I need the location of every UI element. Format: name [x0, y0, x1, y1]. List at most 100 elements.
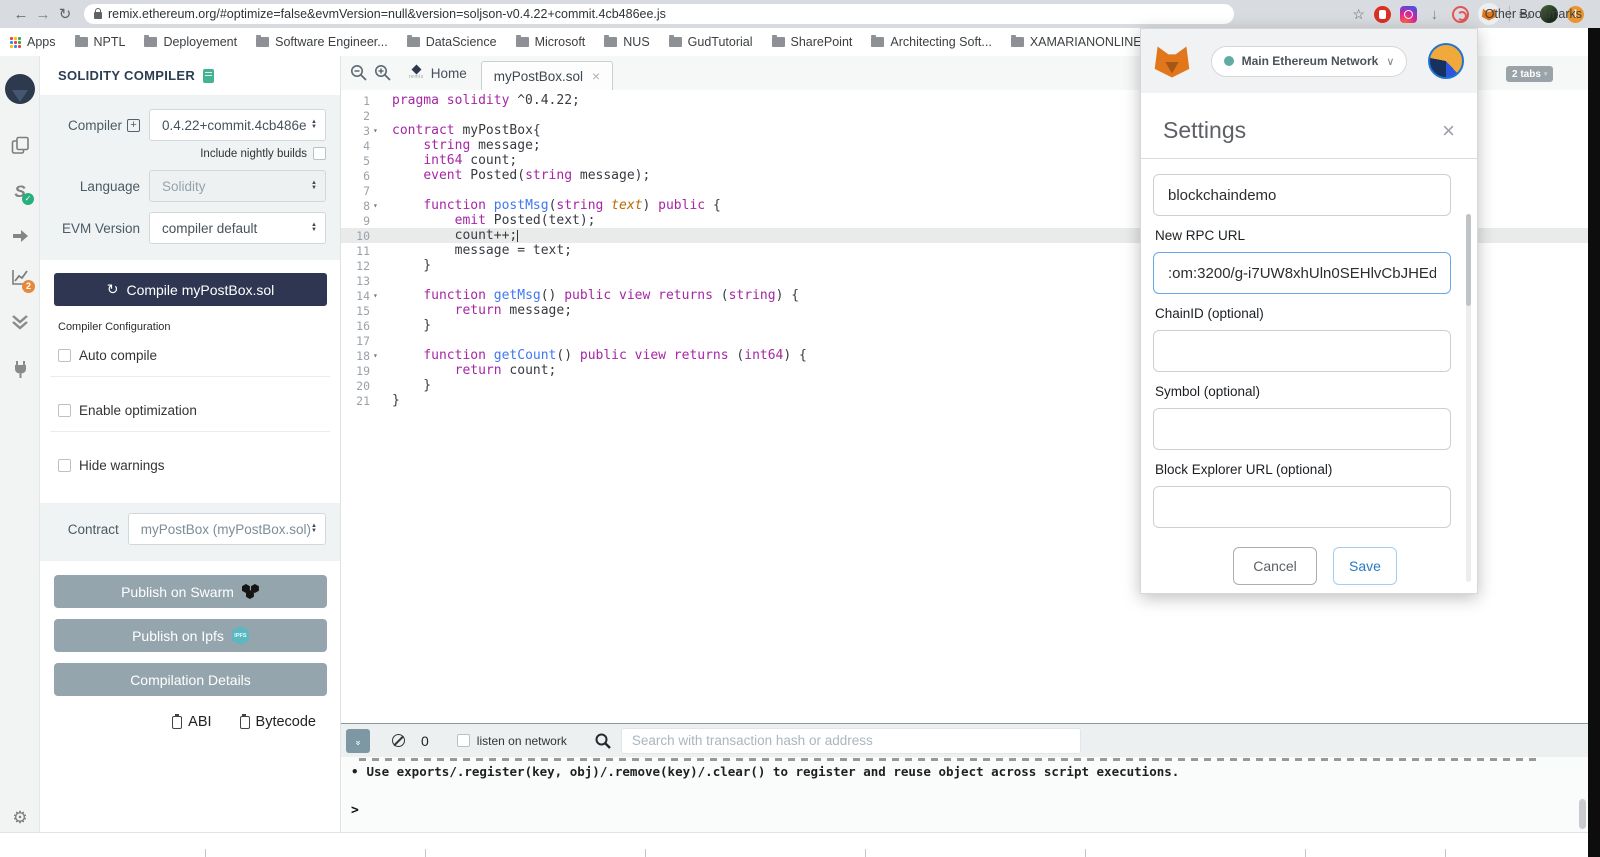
nightly-builds-checkbox[interactable]: [313, 147, 326, 160]
url-text[interactable]: remix.ethereum.org/#optimize=false&evmVe…: [108, 7, 666, 21]
account-avatar[interactable]: [1427, 43, 1464, 79]
publish-swarm-button[interactable]: Publish on Swarm: [54, 575, 327, 608]
close-tab-icon[interactable]: ×: [592, 68, 600, 84]
code-text: count++;: [392, 228, 519, 243]
tab-home[interactable]: remix Home: [395, 56, 481, 90]
bookmark-item[interactable]: Microsoft: [515, 35, 585, 49]
zoom-in-icon[interactable]: [373, 63, 393, 83]
debugger-icon[interactable]: [0, 314, 40, 331]
popup-scrollbar-thumb[interactable]: [1466, 214, 1471, 306]
terminal-scrollbar[interactable]: [1579, 799, 1586, 829]
line-number: 6: [363, 168, 370, 183]
reload-icon[interactable]: ↻: [54, 5, 76, 23]
other-bookmarks[interactable]: Other Bookmarks: [1485, 0, 1582, 28]
cancel-button[interactable]: Cancel: [1233, 547, 1317, 585]
save-button[interactable]: Save: [1333, 547, 1397, 585]
symbol-input[interactable]: [1153, 408, 1451, 450]
download-icon[interactable]: ↓: [1426, 6, 1443, 23]
swirl-icon[interactable]: [1451, 5, 1469, 23]
enable-optimization-checkbox[interactable]: [58, 404, 71, 417]
hide-warnings-checkbox[interactable]: [58, 459, 71, 472]
bookmark-item[interactable]: SharePoint: [771, 35, 852, 49]
bookmark-label: XAMARIANONLINE: [1029, 35, 1142, 49]
clipped-log-line: [359, 758, 1539, 761]
terminal-prompt[interactable]: >: [351, 803, 1588, 818]
deploy-run-icon[interactable]: [0, 228, 40, 244]
fold-arrow-icon[interactable]: ▾: [373, 123, 386, 138]
block-explorer-input[interactable]: [1153, 486, 1451, 528]
language-select[interactable]: Solidity ▲ ▼: [149, 170, 326, 202]
fold-arrow-icon[interactable]: ▾: [373, 198, 386, 213]
compile-button[interactable]: ↻ Compile myPostBox.sol: [54, 273, 327, 306]
zoom-out-icon[interactable]: [349, 63, 369, 83]
tabs-count-badge[interactable]: 2 tabs ▾: [1506, 66, 1554, 82]
docs-icon[interactable]: [203, 68, 215, 83]
instagram-icon[interactable]: [1399, 5, 1417, 23]
line-number: 5: [363, 153, 370, 168]
clipboard-icon: [172, 713, 183, 729]
bookmark-item[interactable]: Software Engineer...: [256, 35, 388, 49]
bookmark-item[interactable]: Deployement: [144, 35, 237, 49]
settings-gear-icon[interactable]: ⚙: [0, 808, 40, 828]
back-icon[interactable]: ←: [10, 6, 32, 23]
bookmark-item[interactable]: NPTL: [74, 35, 126, 49]
bookmark-item[interactable]: Architecting Soft...: [871, 35, 992, 49]
select-arrows-icon: ▲ ▼: [311, 222, 317, 233]
terminal-output[interactable]: • Use exports/.register(key, obj)/.remov…: [341, 757, 1588, 833]
remix-logo[interactable]: [0, 74, 40, 104]
chainid-input[interactable]: [1153, 330, 1451, 372]
bytecode-copy-button[interactable]: Bytecode: [239, 713, 316, 730]
code-text: function getMsg() public view returns (s…: [423, 288, 800, 303]
line-number: 19: [356, 363, 370, 378]
listen-network-checkbox[interactable]: [456, 734, 470, 747]
fold-arrow-icon[interactable]: ▾: [373, 288, 386, 303]
contract-select[interactable]: myPostBox (myPostBox.sol) ▲ ▼: [127, 513, 326, 545]
evm-version-select[interactable]: compiler default ▲ ▼: [149, 212, 326, 244]
abi-copy-button[interactable]: ABI: [172, 713, 212, 730]
clear-console-icon[interactable]: [392, 734, 405, 747]
compiler-version-select[interactable]: 0.4.22+commit.4cb486e ▲ ▼: [149, 109, 326, 141]
metamask-popup: Main Ethereum Network ∨ Settings × New R…: [1140, 28, 1478, 594]
panel-title: SOLIDITY COMPILER: [58, 68, 196, 83]
network-name-input[interactable]: [1153, 174, 1451, 216]
file-explorer-icon[interactable]: [0, 136, 40, 155]
url-bar[interactable]: remix.ethereum.org/#optimize=false&evmVe…: [84, 4, 1234, 24]
analysis-icon[interactable]: 2: [0, 268, 40, 294]
clipboard-icon: [239, 713, 250, 729]
apps-shortcut[interactable]: Apps: [10, 35, 56, 49]
metamask-fox-icon[interactable]: [1154, 46, 1190, 78]
fold-arrow-icon[interactable]: ▾: [373, 348, 386, 363]
code-text: emit Posted(text);: [454, 213, 596, 228]
code-text: return count;: [454, 363, 557, 378]
add-compiler-icon[interactable]: +: [127, 118, 140, 132]
network-selector[interactable]: Main Ethereum Network ∨: [1210, 45, 1408, 77]
adblock-icon[interactable]: [1373, 5, 1391, 23]
code-text: function getCount() public view returns …: [423, 348, 807, 363]
terminal: ⌄⌄ 0 listen on network • Use exports/.re…: [341, 723, 1588, 833]
close-icon[interactable]: ×: [1442, 119, 1455, 141]
bookmark-item[interactable]: NUS: [604, 35, 650, 49]
auto-compile-checkbox[interactable]: [58, 349, 71, 362]
bookmark-label: NPTL: [93, 35, 126, 49]
tab-mypostbox[interactable]: myPostBox.sol ×: [480, 61, 614, 90]
terminal-search-input[interactable]: [620, 727, 1081, 754]
line-number: 21: [356, 393, 370, 408]
bookmark-item[interactable]: DataScience: [406, 35, 497, 49]
line-number: 10: [356, 228, 370, 243]
publish-ipfs-button[interactable]: Publish on Ipfs IPFS: [54, 619, 327, 652]
compiler-settings-section: Compiler + 0.4.22+commit.4cb486e ▲ ▼ Includ…: [40, 95, 340, 260]
solidity-compiler-icon[interactable]: S ✓: [0, 182, 40, 206]
bottom-strip: [0, 832, 1588, 857]
bookmark-item[interactable]: XAMARIANONLINE: [1010, 35, 1142, 49]
nightly-builds-label: Include nightly builds: [200, 147, 307, 160]
plugin-manager-icon[interactable]: [0, 360, 40, 379]
compilation-details-button[interactable]: Compilation Details: [54, 663, 327, 696]
forward-icon[interactable]: →: [32, 6, 54, 23]
bookmark-star-icon[interactable]: ☆: [1352, 6, 1365, 23]
listen-network-label: listen on network: [476, 733, 567, 748]
terminal-expand-button[interactable]: ⌄ ⌄: [346, 728, 370, 753]
compile-success-badge: ✓: [22, 193, 34, 205]
bookmark-item[interactable]: GudTutorial: [668, 35, 753, 49]
chainid-label: ChainID (optional): [1155, 306, 1264, 321]
rpc-url-input[interactable]: [1153, 252, 1451, 294]
